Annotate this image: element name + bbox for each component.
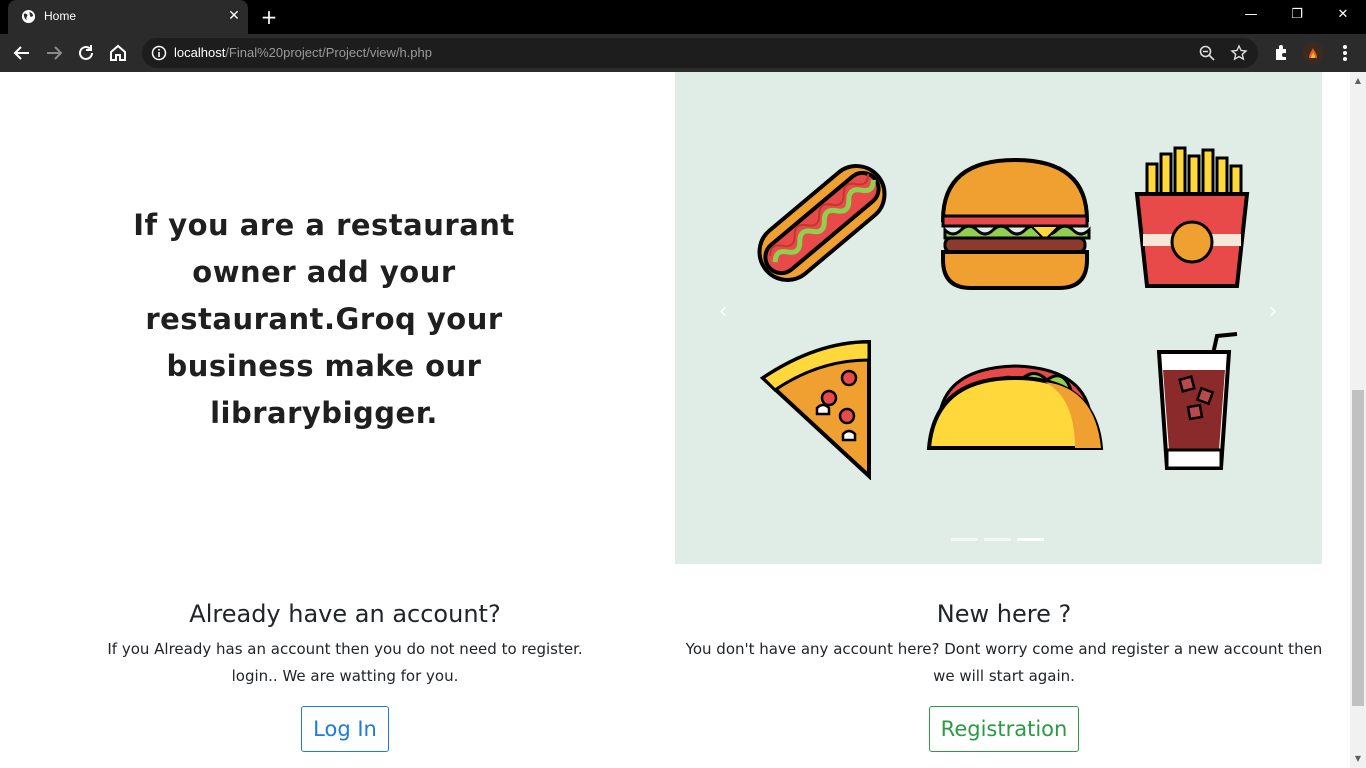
carousel-indicator-2[interactable] [984, 538, 1011, 541]
login-section-title: Already have an account? [189, 600, 501, 628]
hotdog-icon [757, 164, 887, 282]
minimize-button[interactable]: — [1228, 0, 1274, 32]
register-section: New here ? You don't have any account he… [680, 598, 1328, 752]
page-content: If you are a restaurant owner add your r… [0, 72, 1350, 768]
login-section-description: If you Already has an account then you d… [107, 640, 583, 685]
tab-close-icon[interactable]: ✕ [226, 8, 242, 24]
restore-button[interactable]: ❐ [1274, 0, 1320, 32]
hero-text: If you are a restaurant owner add your r… [133, 208, 515, 430]
login-button[interactable]: Log In [301, 706, 389, 752]
profile-avatar-icon[interactable] [1300, 40, 1326, 66]
url-text[interactable]: localhost/Final%20project/Project/view/h… [174, 45, 432, 60]
pizza-slice-icon [759, 339, 871, 480]
tab-title: Home [44, 9, 77, 23]
register-section-title: New here ? [936, 600, 1072, 628]
scrollbar-thumb[interactable] [1352, 390, 1364, 706]
browser-toolbar: localhost/Final%20project/Project/view/h… [0, 34, 1366, 72]
registration-button[interactable]: Registration [928, 706, 1080, 752]
address-bar[interactable]: localhost/Final%20project/Project/view/h… [142, 38, 1258, 68]
carousel-indicator-1[interactable] [951, 538, 978, 541]
extensions-icon[interactable] [1268, 40, 1294, 66]
home-icon[interactable] [105, 40, 131, 66]
browser-tab[interactable]: Home ✕ [8, 0, 248, 34]
carousel-prev-button[interactable]: ‹ [713, 300, 733, 324]
login-section: Already have an account? If you Already … [100, 598, 590, 752]
taco-icon [926, 364, 1104, 450]
burger-icon [940, 158, 1091, 290]
zoom-icon[interactable] [1198, 44, 1216, 62]
carousel-indicators [951, 538, 1047, 542]
bookmark-star-icon[interactable] [1230, 44, 1248, 62]
globe-icon [21, 9, 36, 24]
soda-cup-icon [1156, 332, 1238, 470]
register-section-description: You don't have any account here? Dont wo… [685, 640, 1323, 685]
info-icon[interactable] [150, 44, 168, 62]
close-window-button[interactable]: ✕ [1320, 0, 1366, 32]
back-arrow-icon[interactable] [9, 40, 35, 66]
reload-icon[interactable] [73, 40, 99, 66]
scroll-down-arrow-icon[interactable]: ▼ [1353, 754, 1363, 764]
page-scrollbar[interactable]: ▲ ▼ [1350, 72, 1366, 768]
food-carousel[interactable]: ‹ › [675, 72, 1322, 564]
menu-kebab-icon[interactable] [1332, 40, 1358, 66]
browser-tab-bar: Home ✕ + — ❐ ✕ [0, 0, 1366, 34]
forward-arrow-icon[interactable] [41, 40, 67, 66]
fries-icon [1134, 146, 1250, 288]
scroll-up-arrow-icon[interactable]: ▲ [1353, 76, 1363, 86]
carousel-next-button[interactable]: › [1263, 300, 1283, 324]
carousel-indicator-3[interactable] [1017, 538, 1044, 541]
new-tab-button[interactable]: + [258, 6, 280, 28]
